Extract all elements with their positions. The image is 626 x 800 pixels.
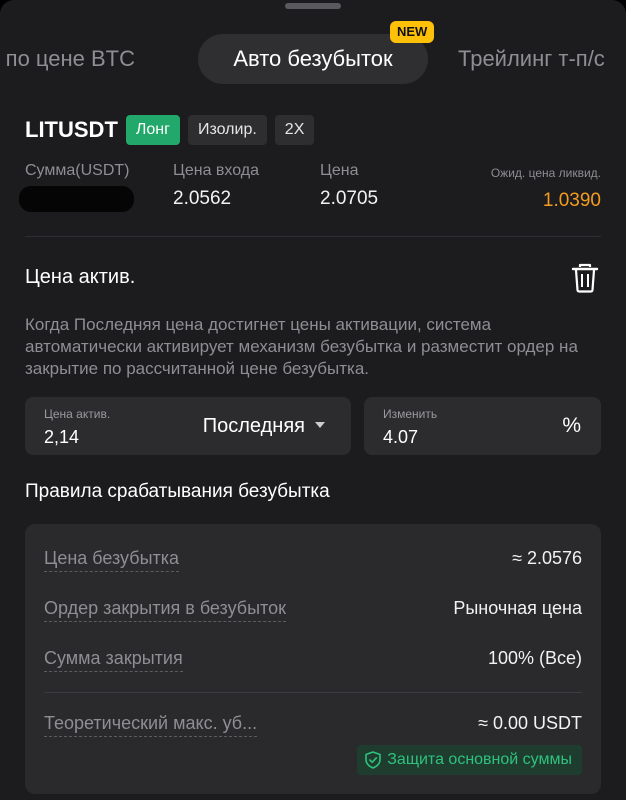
rule-row: Цена безубытка ≈ 2.0576 <box>44 548 582 576</box>
rule-label-close-amount[interactable]: Сумма закрытия <box>44 648 183 672</box>
activation-price-field[interactable]: Цена актив. 2,14 Последняя <box>25 397 351 455</box>
rule-value-breakeven-price: ≈ 2.0576 <box>512 548 582 568</box>
rules-card: Цена безубытка ≈ 2.0576 Ордер закрытия в… <box>25 524 601 794</box>
rule-label-close-order[interactable]: Ордер закрытия в безубыток <box>44 598 286 622</box>
tab-trailing[interactable]: Трейлинг т-п/с <box>458 34 605 84</box>
rule-row: Ордер закрытия в безубыток Рыночная цена <box>44 598 582 626</box>
activation-price-input[interactable]: 2,14 <box>44 427 79 448</box>
rule-row: Теоретический макс. уб... ≈ 0.00 USDT <box>44 713 582 741</box>
trash-icon[interactable] <box>571 263 599 293</box>
card-divider <box>44 692 582 693</box>
sum-label: Сумма(USDT) <box>25 162 130 179</box>
margin-mode-badge: Изолир. <box>187 115 267 145</box>
change-field[interactable]: Изменить 4.07 % <box>364 397 601 455</box>
entry-price-label: Цена входа <box>173 162 260 179</box>
liq-price-label: Ожид. цена ликвид. <box>490 166 601 180</box>
leverage-badge: 2X <box>274 115 315 145</box>
rules-title: Правила срабатывания безубытка <box>25 481 330 502</box>
sum-column: Сумма(USDT) <box>19 162 134 212</box>
activation-title: Цена актив. <box>25 266 136 288</box>
price-type-select[interactable]: Последняя <box>203 415 325 438</box>
price-value: 2.0705 <box>320 188 379 209</box>
percent-unit: % <box>562 414 581 437</box>
liq-column: Ожид. цена ликвид. 1.0390 <box>491 162 601 212</box>
price-column: Цена 2.0705 <box>320 162 378 210</box>
rule-value-close-order: Рыночная цена <box>453 598 582 618</box>
strategy-tabs: ть по цене BTC Авто безубыток Трейлинг т… <box>0 34 626 84</box>
symbol-name: LITUSDT <box>25 117 118 142</box>
rule-value-close-amount: 100% (Все) <box>487 648 582 668</box>
activation-price-label: Цена актив. <box>44 407 111 421</box>
side-badge: Лонг <box>125 115 180 145</box>
price-type-value: Последняя <box>202 415 305 437</box>
price-label: Цена <box>320 162 359 179</box>
entry-price-value: 2.0562 <box>173 188 232 209</box>
rule-label-max-loss[interactable]: Теоретический макс. уб... <box>44 713 258 737</box>
principal-protection-badge: Защита основной суммы <box>357 745 582 775</box>
sheet-drag-handle[interactable] <box>285 3 341 9</box>
position-header: LITUSDT Лонг Изолир. 2X <box>25 115 322 145</box>
shield-check-icon <box>365 751 382 769</box>
change-input[interactable]: 4.07 <box>383 427 418 448</box>
position-info: Сумма(USDT) Цена входа 2.0562 Цена 2.070… <box>0 162 626 214</box>
bottom-sheet: ть по цене BTC Авто безубыток Трейлинг т… <box>0 0 626 800</box>
new-badge: NEW <box>390 21 435 43</box>
liq-price-value: 1.0390 <box>542 190 601 211</box>
redacted-sum <box>19 186 134 212</box>
entry-column: Цена входа 2.0562 <box>173 162 259 210</box>
activation-description: Когда Последняя цена достигнет цены акти… <box>25 315 578 378</box>
protection-label: Защита основной суммы <box>387 751 572 768</box>
rule-value-max-loss: ≈ 0.00 USDT <box>478 713 582 733</box>
section-divider <box>25 236 601 237</box>
change-label: Изменить <box>383 407 438 421</box>
tab-btc-price[interactable]: ть по цене BTC <box>0 34 135 84</box>
chevron-down-icon <box>315 421 325 428</box>
rule-row: Сумма закрытия 100% (Все) <box>44 648 582 676</box>
rule-label-breakeven-price[interactable]: Цена безубытка <box>44 548 180 572</box>
